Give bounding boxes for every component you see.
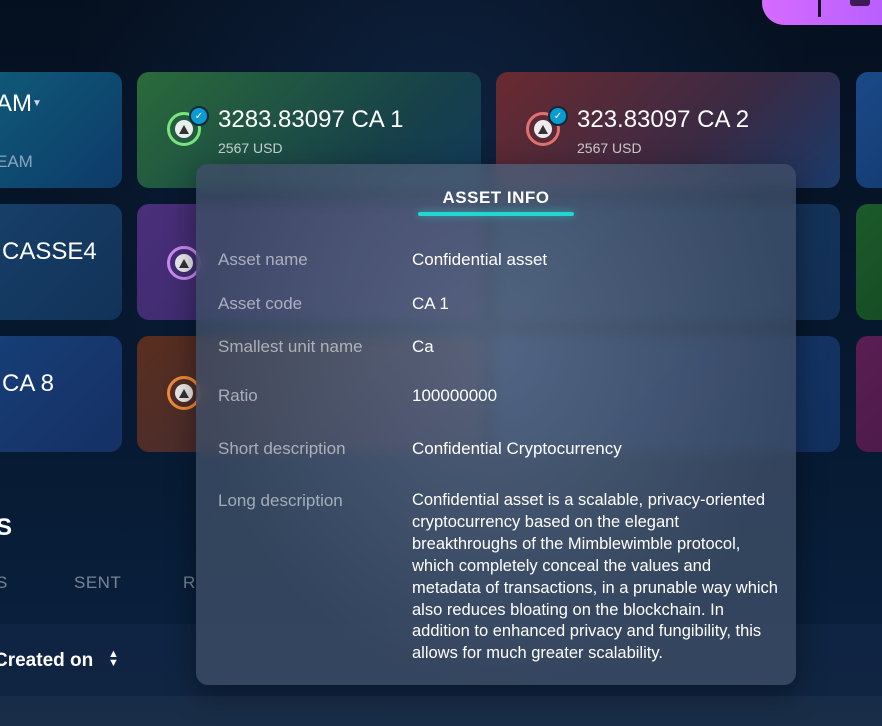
plus-icon [818, 0, 821, 17]
long-description-label: Long description [218, 491, 343, 510]
asset-card-partial[interactable] [856, 72, 882, 188]
tab-received[interactable]: S [0, 573, 8, 593]
table-row[interactable] [0, 696, 882, 726]
button-label-fragment [850, 0, 870, 6]
section-title: S [0, 514, 13, 541]
asset-usd: 2567 USD [218, 140, 283, 156]
tab-sent[interactable]: SENT [74, 573, 121, 593]
modal-title: ASSET INFO [442, 188, 550, 207]
asset-amount: AM [0, 90, 32, 117]
asset-amount: CASSE4 [2, 238, 97, 265]
verified-icon: ✓ [189, 106, 209, 126]
long-description-value: Confidential asset is a scalable, privac… [412, 491, 778, 663]
asset-code-label: Asset code [218, 294, 303, 313]
ratio-value: 100000000 [412, 386, 498, 405]
asset-card-green-partial[interactable] [856, 204, 882, 320]
asset-amount: CA 8 [2, 370, 55, 397]
asset-card-beam[interactable]: AM ▼ EAM [0, 72, 122, 188]
sort-icon[interactable]: ▲ ▼ [108, 649, 119, 669]
short-description-label: Short description [218, 439, 346, 458]
asset-card-magenta-partial[interactable] [856, 336, 882, 452]
asset-amount: 3283.83097 CA 1 [218, 106, 404, 133]
asset-info-modal: ASSET INFO Asset name Confidential asset… [196, 164, 796, 685]
ratio-label: Ratio [218, 386, 258, 405]
asset-usd: EAM [0, 152, 33, 171]
verified-icon: ✓ [548, 106, 568, 126]
asset-card-ca8[interactable]: CA 8 [0, 336, 122, 452]
column-created-on[interactable]: Created on [0, 650, 93, 672]
asset-card-casse4[interactable]: CASSE4 [0, 204, 122, 320]
title-underline [418, 212, 574, 216]
tab-in-progress[interactable]: R [183, 573, 196, 593]
add-button[interactable] [762, 0, 882, 25]
asset-name-label: Asset name [218, 250, 308, 269]
asset-name-value: Confidential asset [412, 250, 548, 269]
short-description-value: Confidential Cryptocurrency [412, 439, 622, 458]
asset-code-value: CA 1 [412, 294, 449, 313]
smallest-unit-value: Ca [412, 337, 434, 356]
asset-usd: 2567 USD [577, 140, 642, 156]
smallest-unit-label: Smallest unit name [218, 337, 363, 356]
asset-amount: 323.83097 CA 2 [577, 106, 750, 133]
chevron-down-icon[interactable]: ▼ [32, 98, 42, 109]
